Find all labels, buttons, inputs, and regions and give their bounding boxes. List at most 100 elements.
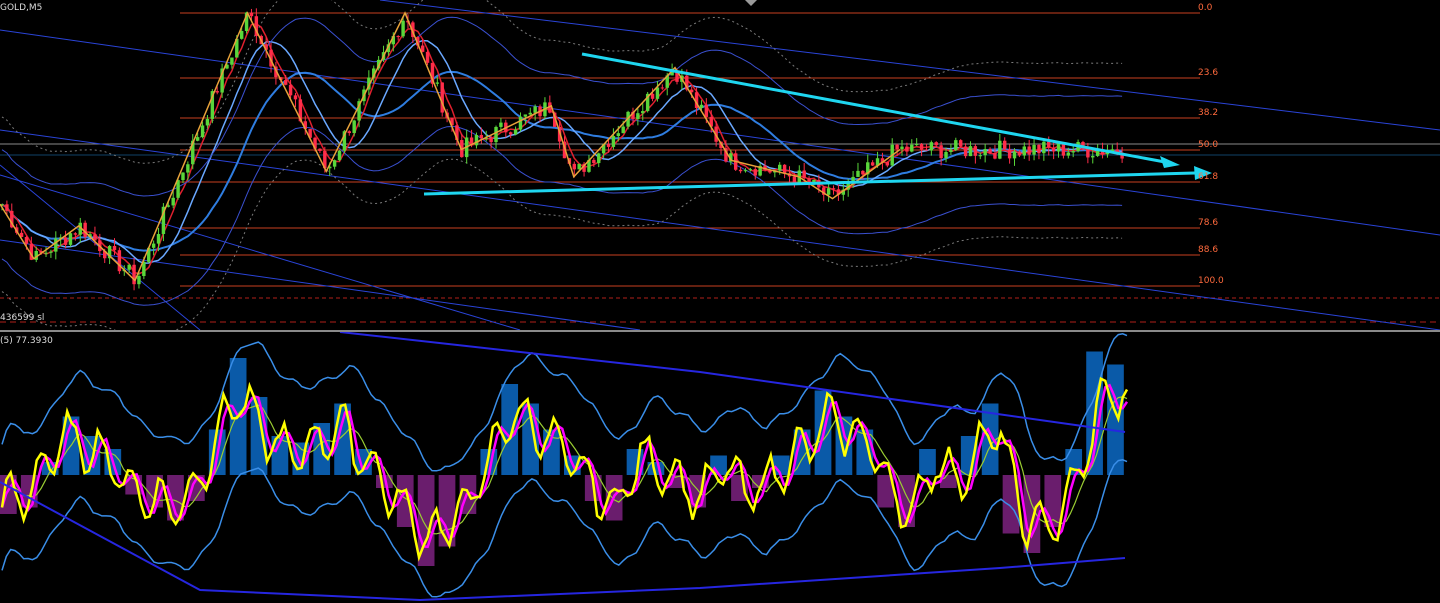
candle-body (288, 84, 293, 96)
candle-body (283, 80, 288, 85)
candle-body (944, 152, 948, 159)
candle-body (802, 170, 806, 179)
candle-body (1071, 151, 1075, 153)
candle-body (249, 12, 254, 17)
candle-body (425, 51, 430, 63)
candle-body (171, 197, 175, 206)
fib-label-100: 100.0 (1198, 276, 1224, 286)
candle-body (1051, 147, 1056, 152)
fib-label-0: 0.0 (1198, 3, 1213, 13)
candle-body (929, 142, 934, 151)
candle-body (743, 170, 748, 172)
candle-body (494, 126, 498, 143)
candle-body (68, 233, 73, 245)
candle-body (318, 148, 322, 151)
fib-label-61-8: 61.8 (1198, 172, 1219, 182)
candle-body (5, 204, 9, 211)
candle-body (200, 125, 205, 138)
candle-body (1003, 140, 1007, 150)
candle-body (1056, 143, 1061, 152)
candle-body (870, 162, 875, 166)
candle-body (611, 136, 616, 147)
candle-body (293, 95, 298, 100)
candle-body (704, 104, 709, 117)
candle-body (181, 172, 185, 181)
candle-body (954, 140, 958, 151)
candle-body (230, 57, 234, 65)
candle-body (1037, 144, 1041, 154)
candle-body (826, 188, 831, 195)
trendline-resistance (581, 52, 1166, 164)
candle-body (352, 120, 356, 134)
candle-body (748, 169, 753, 171)
candle-body (1061, 143, 1066, 156)
candle-body (1017, 151, 1022, 156)
candle-body (518, 116, 523, 130)
candle-body (195, 137, 200, 141)
candle-body (396, 36, 400, 38)
candle-body (1047, 141, 1051, 148)
candle-body (117, 250, 122, 272)
candle-body (24, 236, 29, 244)
candle-body (239, 31, 244, 39)
candle-body (910, 144, 914, 152)
oscillator-label: (5) 77.3930 (0, 336, 53, 346)
symbol-label: GOLD,M5 (0, 3, 43, 13)
candle-body (513, 129, 518, 135)
candle-body (1027, 146, 1031, 155)
fib-label-88-6: 88.6 (1198, 245, 1219, 255)
candle-body (1086, 148, 1090, 158)
candle-body (998, 140, 1002, 159)
candle-body (924, 149, 929, 151)
candle-body (1042, 141, 1046, 154)
candle-body (474, 134, 479, 146)
moving-averages (1, 0, 1123, 330)
chart-area[interactable]: GOLD,M5 436599 sl (5) 77.3930 0.0 23.6 3… (0, 0, 1440, 603)
candle-body (988, 148, 992, 154)
candle-body (137, 276, 141, 285)
candle-body (44, 252, 48, 254)
candle-body (127, 264, 131, 270)
histogram-bar-up (1107, 364, 1124, 475)
candle-body (856, 170, 860, 177)
candle-body (479, 134, 484, 139)
candle-body (655, 87, 660, 99)
oscillator-histogram (0, 351, 1124, 566)
candle-body (939, 145, 943, 159)
candle-body (489, 137, 493, 143)
candle-body (983, 148, 987, 156)
candle-body (885, 162, 890, 166)
channel-line-5 (0, 239, 641, 330)
candle-body (1022, 146, 1026, 156)
candle-body (616, 133, 621, 137)
candle-body (54, 238, 58, 252)
band-upper-line (1, 16, 1123, 197)
candle-body (699, 104, 704, 108)
fib-label-23-6: 23.6 (1198, 68, 1219, 78)
candle-body (1012, 151, 1017, 159)
fib-label-50: 50.0 (1198, 140, 1219, 150)
candle-body (1066, 152, 1071, 156)
candle-body (919, 144, 924, 150)
candle-body (528, 112, 532, 115)
candle-body (332, 160, 337, 167)
candle-body (963, 146, 968, 157)
candle-body (636, 113, 640, 120)
chart-shift-marker-icon[interactable] (745, 0, 757, 6)
candle-body (753, 169, 757, 176)
candle-body (49, 251, 53, 253)
candle-body (914, 144, 919, 146)
oscillator-chart (0, 332, 1129, 602)
candle-body (792, 176, 797, 184)
candle-body (151, 243, 156, 248)
candle-body (577, 163, 581, 170)
zigzag-line (0, 11, 901, 282)
stop-loss-label: 436599 sl (0, 313, 45, 323)
candle-body (1007, 149, 1012, 159)
candle-body (660, 87, 665, 89)
candle-body (900, 146, 904, 150)
candle-body (508, 132, 513, 135)
candle-body (572, 163, 576, 170)
candle-body (949, 150, 953, 153)
candle-body (1091, 155, 1095, 158)
